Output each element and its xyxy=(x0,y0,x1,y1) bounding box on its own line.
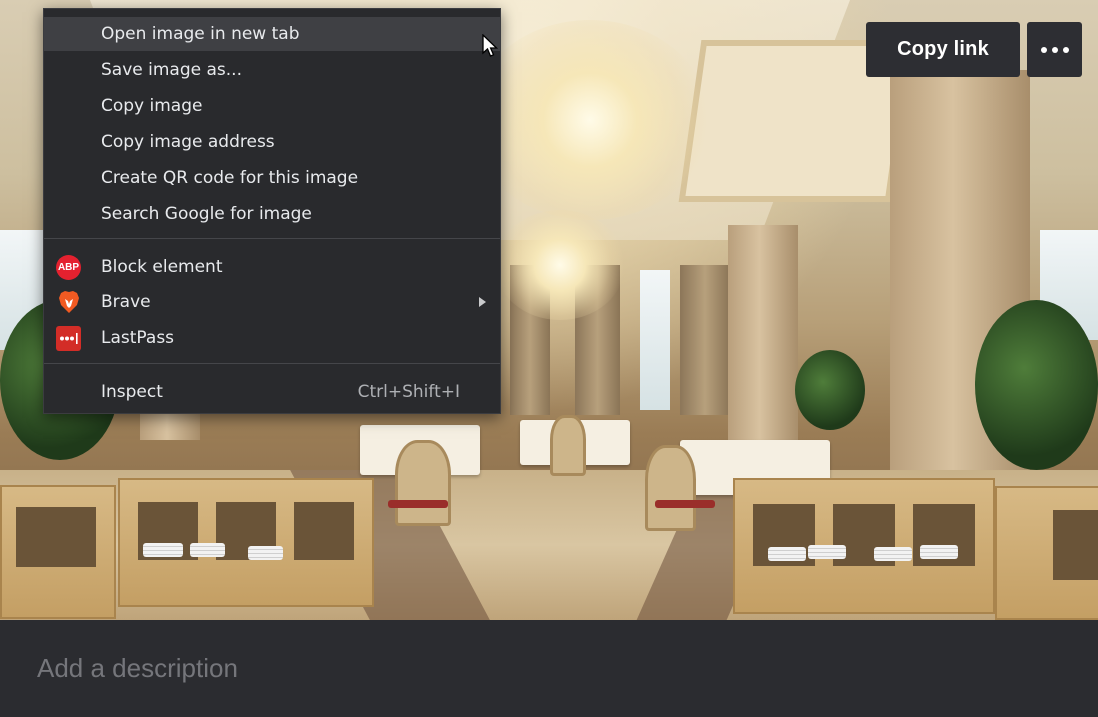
menu-item-label: Search Google for image xyxy=(101,204,312,224)
mouse-pointer-icon xyxy=(482,34,499,57)
chandelier xyxy=(495,210,625,320)
menu-item-create-qr-code[interactable]: Create QR code for this image xyxy=(44,161,500,195)
plate-stack xyxy=(190,543,225,557)
menu-item-inspect[interactable]: Inspect Ctrl+Shift+I xyxy=(44,375,500,409)
lastpass-icon xyxy=(56,325,81,351)
menu-item-label: Brave xyxy=(101,292,151,312)
menu-item-label: Copy image address xyxy=(101,132,275,152)
menu-item-label: Block element xyxy=(101,257,223,277)
chair xyxy=(395,440,451,526)
curtain xyxy=(680,265,730,415)
ellipsis-horizontal-icon xyxy=(1040,46,1047,53)
context-menu: Open image in new tab Save image as... C… xyxy=(43,8,501,414)
more-options-button[interactable] xyxy=(1027,22,1082,77)
menu-item-label: Copy image xyxy=(101,96,203,116)
description-input[interactable] xyxy=(0,620,1098,717)
menu-item-label: Create QR code for this image xyxy=(101,168,359,188)
brave-lion-icon xyxy=(56,290,81,315)
copy-link-button[interactable]: Copy link xyxy=(866,22,1020,77)
plate-stack xyxy=(808,545,846,559)
adblock-plus-icon: ABP xyxy=(56,254,81,280)
menu-item-search-google-image[interactable]: Search Google for image xyxy=(44,197,500,231)
menu-item-label: Save image as... xyxy=(101,60,242,80)
plant xyxy=(795,350,865,430)
menu-separator xyxy=(44,238,500,239)
buffet-cabinet xyxy=(995,486,1098,620)
menu-item-open-image-new-tab[interactable]: Open image in new tab xyxy=(44,17,500,51)
menu-item-brave[interactable]: Brave xyxy=(44,285,500,319)
chair xyxy=(550,415,586,476)
menu-item-label: Open image in new tab xyxy=(101,24,300,44)
menu-item-copy-image[interactable]: Copy image xyxy=(44,89,500,123)
plate-stack xyxy=(248,546,283,560)
keyboard-shortcut: Ctrl+Shift+I xyxy=(357,382,460,402)
chair xyxy=(645,445,696,531)
menu-separator xyxy=(44,363,500,364)
plate-stack xyxy=(874,547,912,561)
chandelier xyxy=(470,20,710,220)
plant xyxy=(975,300,1098,470)
plate-stack xyxy=(920,545,958,559)
chair-seat xyxy=(388,500,448,508)
chair-seat xyxy=(655,500,715,508)
menu-item-save-image-as[interactable]: Save image as... xyxy=(44,53,500,87)
menu-item-copy-image-address[interactable]: Copy image address xyxy=(44,125,500,159)
ellipsis-horizontal-icon xyxy=(1051,46,1058,53)
menu-item-lastpass[interactable]: LastPass xyxy=(44,321,500,355)
column xyxy=(728,225,798,470)
plate-stack xyxy=(768,547,806,561)
menu-item-block-element[interactable]: ABP Block element xyxy=(44,250,500,284)
ellipsis-horizontal-icon xyxy=(1062,46,1069,53)
buffet-cabinet xyxy=(0,485,116,619)
menu-item-label: Inspect xyxy=(101,382,163,402)
plate-stack xyxy=(143,543,183,557)
description-bar xyxy=(0,620,1098,717)
window xyxy=(640,270,670,410)
menu-item-label: LastPass xyxy=(101,328,175,348)
chevron-right-icon xyxy=(479,297,486,307)
